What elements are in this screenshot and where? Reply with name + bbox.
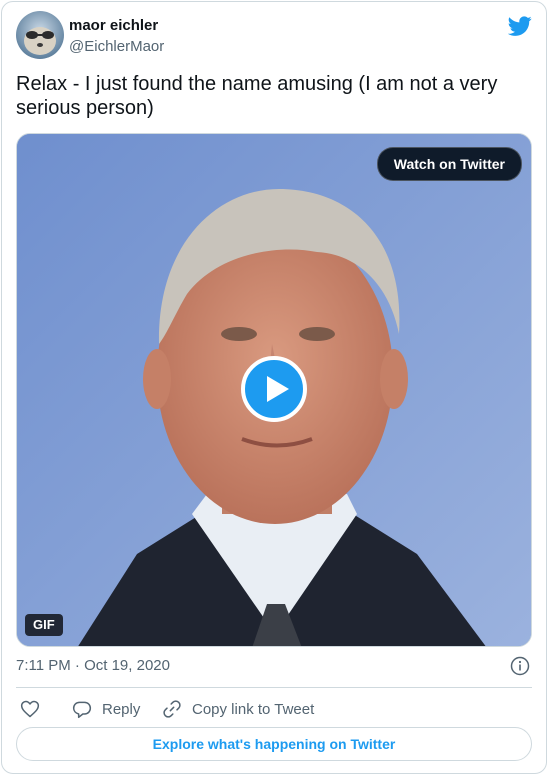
play-icon (267, 376, 289, 402)
play-button[interactable] (241, 356, 307, 422)
tweet-text: Relax - I just found the name amusing (I… (16, 73, 498, 119)
gif-badge: GIF (25, 614, 63, 636)
gif-media[interactable]: Watch on Twitter GIF (16, 133, 532, 647)
tweet-timestamp[interactable]: 7:11 PM · Oct 19, 2020 (16, 657, 170, 674)
author-handle[interactable]: @EichlerMaor (69, 38, 164, 55)
link-icon (163, 700, 181, 718)
explore-twitter-button[interactable]: Explore what's happening on Twitter (16, 727, 532, 761)
author-name[interactable]: maor eichler (69, 17, 158, 34)
copy-link-label: Copy link to Tweet (192, 700, 315, 718)
author-avatar[interactable] (16, 11, 64, 59)
twitter-bird-icon[interactable] (507, 14, 532, 38)
reply-label: Reply (102, 700, 141, 718)
like-button[interactable] (20, 698, 40, 720)
watch-on-twitter-button[interactable]: Watch on Twitter (376, 147, 522, 181)
reply-button[interactable]: Reply (72, 698, 140, 720)
copy-link-button[interactable]: Copy link to Tweet (162, 698, 314, 720)
heart-icon (20, 700, 40, 718)
divider (16, 687, 532, 688)
info-icon[interactable] (510, 656, 530, 676)
reply-bubble-icon (72, 701, 92, 719)
